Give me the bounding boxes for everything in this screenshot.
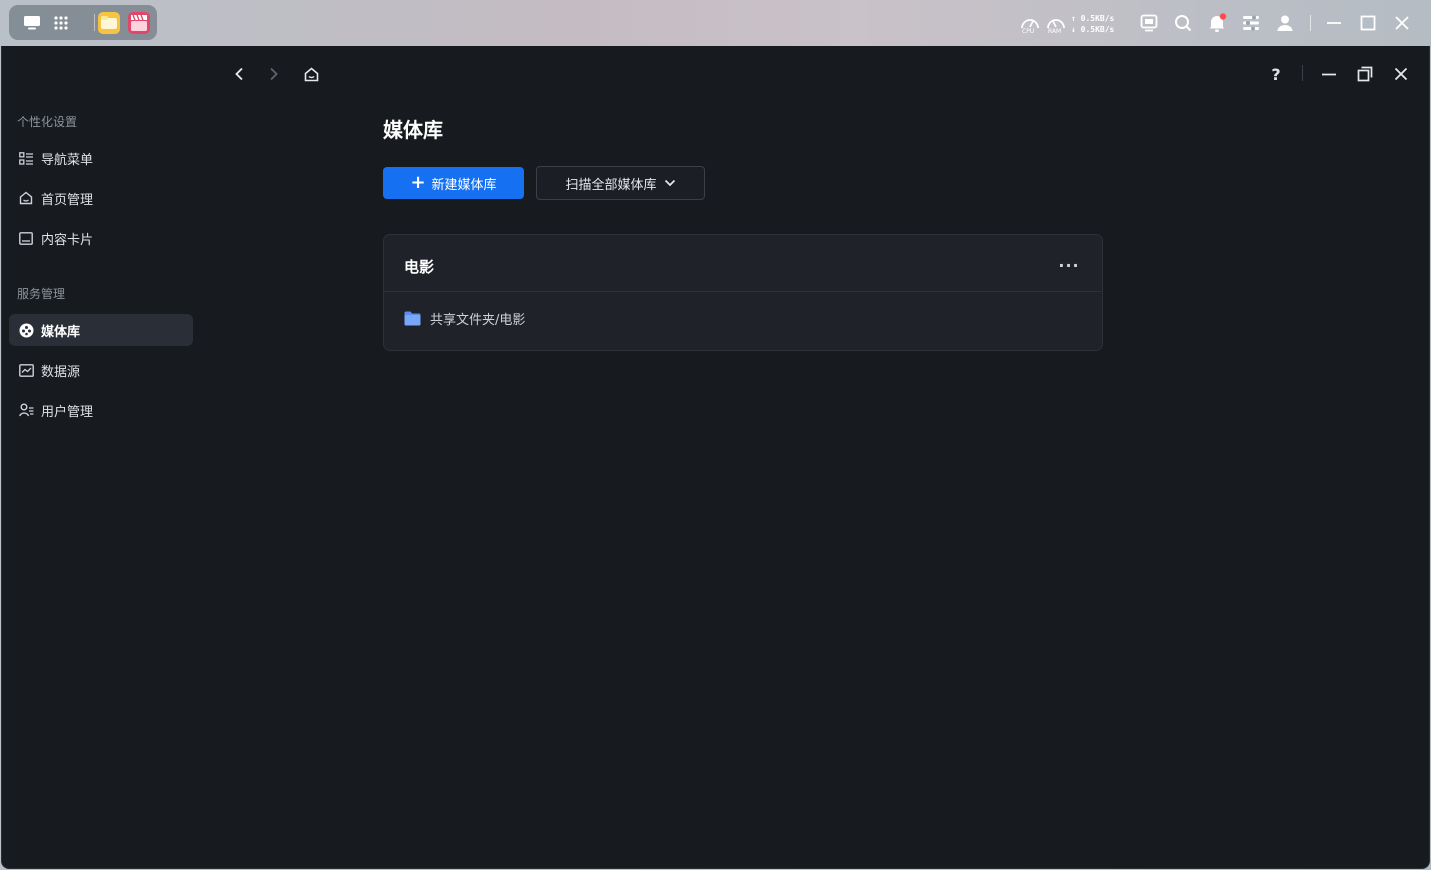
- maximize-icon: [1360, 15, 1376, 31]
- back-button[interactable]: [226, 61, 252, 87]
- close-button[interactable]: [1388, 61, 1414, 87]
- home-icon: [304, 66, 318, 81]
- users-icon: [18, 402, 34, 418]
- cpu-label: CPU: [1022, 28, 1035, 35]
- minimize-button[interactable]: [1316, 61, 1342, 87]
- sliders-icon: [1243, 15, 1259, 31]
- home-icon: [18, 190, 34, 206]
- search-icon: [1175, 15, 1192, 32]
- section-personalize: 个性化设置: [17, 115, 78, 129]
- chevron-right-icon: [270, 67, 278, 81]
- scan-all-libraries-button[interactable]: 扫描全部媒体库: [536, 166, 705, 200]
- close-icon: [1394, 67, 1408, 81]
- system-minimize-button[interactable]: [1322, 10, 1346, 36]
- library-folder-path[interactable]: 共享文件夹/电影: [404, 309, 525, 328]
- grid-icon: [53, 15, 68, 30]
- system-close-button[interactable]: [1390, 10, 1414, 36]
- minimize-icon: [1327, 22, 1341, 24]
- user-icon: [1277, 15, 1293, 31]
- folder-icon: [404, 311, 421, 326]
- control-center-button[interactable]: [1239, 10, 1263, 36]
- card-icon: [18, 230, 34, 246]
- folder-app-icon: [97, 11, 120, 34]
- video-app[interactable]: [125, 9, 152, 36]
- sidebar-item-nav-menu[interactable]: 导航菜单: [9, 142, 193, 174]
- sidebar-item-media-library[interactable]: 媒体库: [9, 314, 193, 346]
- desktop-button[interactable]: [18, 9, 45, 36]
- system-maximize-button[interactable]: [1356, 10, 1380, 36]
- library-card-header: 电影 ···: [384, 235, 1102, 292]
- chevron-left-icon: [235, 67, 243, 81]
- sidebar-item-label: 媒体库: [41, 324, 81, 340]
- restore-button[interactable]: [1352, 61, 1378, 87]
- system-top-bar: CPU RAM ↑ 0.5KB/s ↓ 0.5KB/s: [0, 0, 1431, 46]
- help-button[interactable]: ?: [1263, 61, 1289, 87]
- app-dock: [9, 5, 157, 40]
- forward-button[interactable]: [261, 61, 287, 87]
- new-library-label: 新建媒体库: [431, 177, 497, 193]
- library-card[interactable]: 电影 ··· 共享文件夹/电影: [383, 234, 1103, 351]
- notifications-button[interactable]: [1205, 10, 1229, 36]
- search-button[interactable]: [1171, 10, 1195, 36]
- close-icon: [1395, 16, 1409, 30]
- file-manager-app[interactable]: [95, 9, 122, 36]
- minimize-icon: [1322, 73, 1336, 76]
- sidebar-item-label: 首页管理: [41, 192, 94, 208]
- upload-speed: ↑ 0.5KB/s: [1071, 14, 1115, 23]
- chevron-down-icon: [664, 179, 676, 187]
- user-account-button[interactable]: [1273, 10, 1297, 36]
- restore-icon: [1357, 66, 1373, 82]
- monitor-icon: [23, 15, 40, 29]
- bell-icon: [1209, 13, 1227, 32]
- sidebar-item-data-source[interactable]: 数据源: [9, 354, 193, 386]
- folder-path-label: 共享文件夹/电影: [430, 313, 526, 328]
- screen-icon: [1140, 14, 1158, 32]
- sidebar: 个性化设置 导航菜单 首页管理 内容卡片 服务管理 媒体库 数据源 用户管理: [2, 46, 202, 868]
- sidebar-item-user-manage[interactable]: 用户管理: [9, 394, 193, 426]
- sidebar-item-label: 数据源: [41, 364, 81, 380]
- section-services: 服务管理: [17, 287, 66, 301]
- library-name: 电影: [404, 258, 435, 276]
- sidebar-item-content-cards[interactable]: 内容卡片: [9, 222, 193, 254]
- plus-icon: +: [410, 172, 426, 193]
- home-button[interactable]: [298, 61, 324, 87]
- sidebar-item-label: 内容卡片: [41, 232, 94, 248]
- sidebar-item-home-manage[interactable]: 首页管理: [9, 182, 193, 214]
- more-options-button[interactable]: ···: [1056, 254, 1082, 276]
- ram-label: RAM: [1048, 28, 1062, 35]
- new-library-button[interactable]: + 新建媒体库: [383, 167, 524, 199]
- screen-button[interactable]: [1137, 10, 1161, 36]
- page-title: 媒体库: [383, 118, 443, 142]
- app-window: 个性化设置 导航菜单 首页管理 内容卡片 服务管理 媒体库 数据源 用户管理 ?…: [1, 46, 1430, 869]
- download-speed: ↓ 0.5KB/s: [1071, 25, 1115, 34]
- clapperboard-app-icon: [127, 11, 150, 34]
- chart-icon: [18, 362, 34, 378]
- sidebar-item-label: 导航菜单: [41, 152, 94, 168]
- scan-all-label: 扫描全部媒体库: [565, 177, 657, 193]
- sidebar-item-label: 用户管理: [41, 404, 94, 420]
- system-bar-divider: [1310, 15, 1311, 31]
- window-controls-divider: [1302, 65, 1303, 81]
- app-grid-button[interactable]: [47, 9, 74, 36]
- media-library-icon: [18, 322, 34, 338]
- list-icon: [18, 150, 34, 166]
- network-speed[interactable]: ↑ 0.5KB/s ↓ 0.5KB/s: [1071, 13, 1123, 35]
